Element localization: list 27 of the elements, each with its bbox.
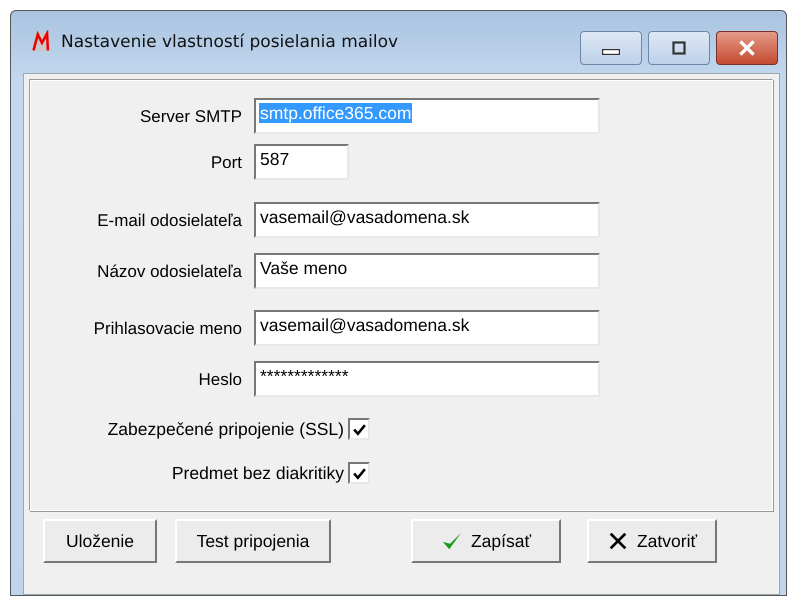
input-field[interactable]: Vaše meno [254,253,600,289]
checkbox[interactable] [348,462,370,484]
field-label: E-mail odosielateľa [96,210,243,231]
action-button[interactable]: Uloženie [43,519,157,563]
checkbox-label: Predmet bez diakritiky [172,462,344,484]
input-field[interactable]: vasemail@vasadomena.sk [254,202,600,238]
field-label: Server SMTP [138,106,243,127]
field-label: Port [210,152,243,173]
input-field[interactable]: ************* [254,361,600,397]
checkmark-icon [440,530,463,552]
action-button[interactable]: Test pripojenia [175,519,331,563]
window-title: Nastavenie vlastností posielania mailov [61,32,398,52]
input-field[interactable]: vasemail@vasadomena.sk [254,310,600,346]
field-label: Prihlasovacie meno [92,318,243,339]
minimize-icon [602,49,620,55]
close-button[interactable] [716,31,778,65]
maximize-button[interactable] [648,31,710,65]
close-button[interactable]: Zatvoriť [587,519,717,563]
checkbox-label: Zabezpečené pripojenie (SSL) [108,418,344,440]
input-field[interactable]: 587 [254,144,349,180]
checkbox[interactable] [348,418,370,440]
checkmark-icon [352,466,366,480]
field-label: Názov odosielateľa [96,261,243,282]
save-button[interactable]: Zapísať [411,519,561,563]
checkmark-icon [352,422,366,436]
minimize-button[interactable] [580,31,642,65]
field-label: Heslo [198,369,243,390]
